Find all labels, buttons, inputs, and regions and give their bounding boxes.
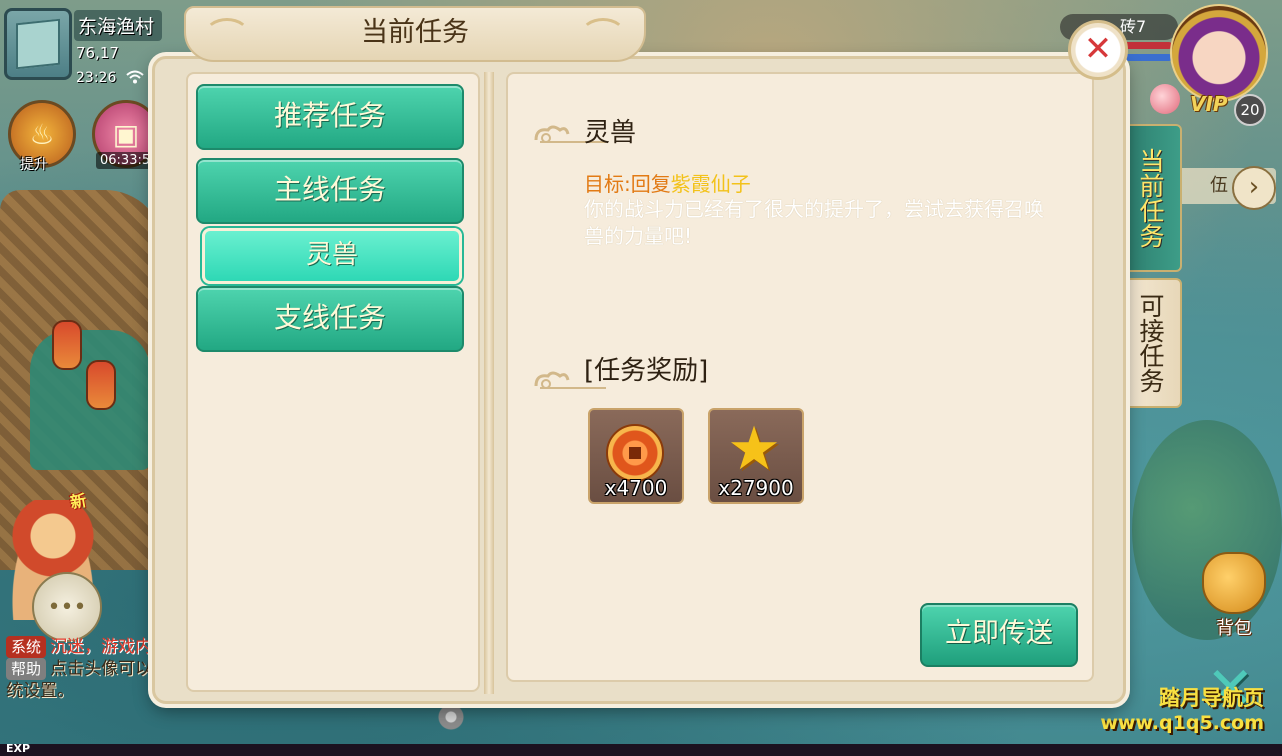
reward-qty: x27900: [718, 476, 794, 500]
vip-level: 20: [1234, 94, 1266, 126]
close-icon: ✕: [1083, 29, 1113, 69]
bag-icon: [1202, 552, 1266, 614]
quest-goal: 目标:回复紫霞仙子: [584, 168, 751, 197]
chat-bubble-icon: •••: [47, 594, 87, 620]
help-chip: 帮助: [6, 658, 47, 680]
watermark-url: www.q1q5.com: [1100, 712, 1264, 734]
exp-bar: EXP: [0, 742, 1282, 756]
wifi-icon: [126, 70, 144, 84]
help-message-cont: 统设置。: [6, 681, 74, 701]
quest-description: 你的战斗力已经有了很大的提升了，尝试去获得召唤兽的力量吧!: [584, 197, 1044, 248]
dialog-title: 当前任务: [184, 6, 646, 62]
exp-star-icon: ★: [727, 414, 781, 484]
category-recommended[interactable]: 推荐任务: [196, 84, 464, 150]
chat-button[interactable]: •••: [32, 572, 102, 642]
tab-available-quests[interactable]: 可接任务: [1118, 278, 1182, 408]
clock: 23:26: [76, 70, 117, 86]
pane-divider: [484, 72, 494, 694]
goal-prefix: 目标:回复: [584, 172, 671, 196]
expand-arrow-button[interactable]: ›: [1232, 166, 1276, 210]
copper-coin-icon: [606, 424, 664, 482]
reward-title: [任务奖励]: [584, 356, 709, 386]
category-spirit-beast[interactable]: 灵兽: [202, 228, 462, 284]
system-chip: 系统: [6, 636, 47, 658]
reward-qty: x4700: [604, 476, 668, 500]
gift-icon: ▣: [112, 117, 140, 151]
teleport-button[interactable]: 立即传送: [920, 603, 1078, 667]
coordinates: 76,17: [76, 44, 119, 62]
category-main-quest[interactable]: 主线任务: [196, 158, 464, 224]
reward-exp[interactable]: ★ x27900: [708, 408, 804, 504]
team-label: 伍: [1210, 175, 1228, 196]
tab-current-quests[interactable]: 当前任务: [1118, 124, 1182, 272]
tab-available-label: 可接任务: [1136, 293, 1165, 393]
gear-icon[interactable]: [438, 704, 464, 730]
tab-current-label: 当前任务: [1136, 148, 1165, 248]
flame-icon: ♨: [29, 117, 55, 151]
location-name[interactable]: 东海渔村: [74, 10, 163, 41]
bag-button[interactable]: 背包: [1196, 552, 1272, 639]
chevron-right-icon: ›: [1248, 172, 1260, 202]
peach-icon: [1150, 84, 1180, 114]
quest-name: 灵兽: [584, 118, 637, 148]
goal-npc-link[interactable]: 紫霞仙子: [671, 172, 751, 196]
exp-label: EXP: [6, 742, 31, 755]
category-side-quest[interactable]: 支线任务: [196, 286, 464, 352]
lantern: [52, 320, 82, 370]
close-button[interactable]: ✕: [1068, 20, 1128, 80]
world-map-button[interactable]: [4, 8, 72, 80]
lantern: [86, 360, 116, 410]
upgrade-label: 提升: [20, 157, 48, 173]
player-avatar[interactable]: [1170, 4, 1268, 102]
bag-label: 背包: [1216, 618, 1252, 639]
vip-label[interactable]: VIP: [1190, 92, 1228, 116]
map-icon: [16, 18, 60, 70]
reward-coins[interactable]: x4700: [588, 408, 684, 504]
